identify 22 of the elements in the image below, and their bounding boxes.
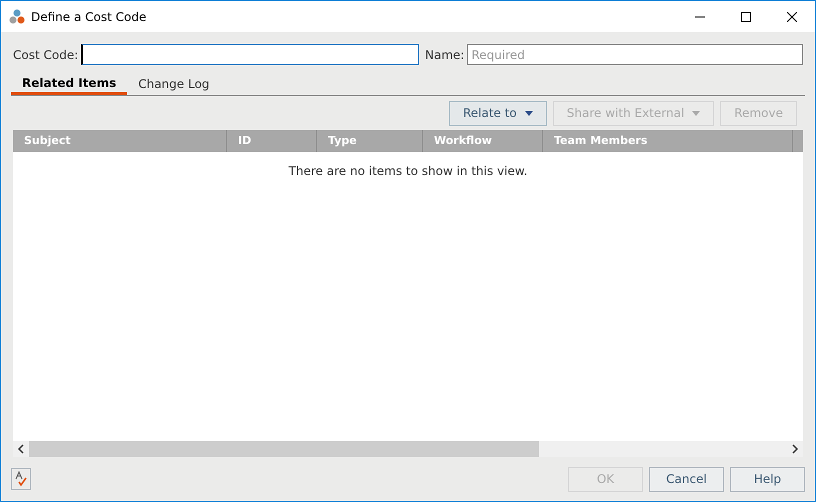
field-label: Name: xyxy=(425,46,464,64)
window-title: Define a Cost Code xyxy=(31,8,146,26)
tab[interactable]: Related Items xyxy=(11,73,128,95)
close-icon xyxy=(787,12,797,22)
column-header[interactable]: ID xyxy=(227,130,317,152)
scrollbar-thumb[interactable] xyxy=(29,441,539,457)
app-logo-icon xyxy=(9,8,25,24)
input-field[interactable]: Required xyxy=(467,44,803,65)
spellcheck-icon xyxy=(14,471,28,487)
column-header[interactable]: Subject xyxy=(13,130,227,152)
maximize-icon xyxy=(741,12,751,22)
spellcheck-button[interactable] xyxy=(11,468,31,490)
input-field[interactable] xyxy=(81,44,419,65)
dialog-button[interactable]: Help xyxy=(730,466,805,492)
column-header[interactable]: Type xyxy=(317,130,423,152)
field-label: Cost Code: xyxy=(13,46,78,64)
tab[interactable]: Change Log xyxy=(127,73,220,95)
column-header[interactable]: Team Members xyxy=(543,130,793,152)
empty-message: There are no items to show in this view. xyxy=(288,163,528,178)
toolbar-button[interactable]: Relate to xyxy=(448,100,547,126)
column-header[interactable]: Workflow xyxy=(423,130,543,152)
dialog-button[interactable]: Cancel xyxy=(649,466,724,492)
